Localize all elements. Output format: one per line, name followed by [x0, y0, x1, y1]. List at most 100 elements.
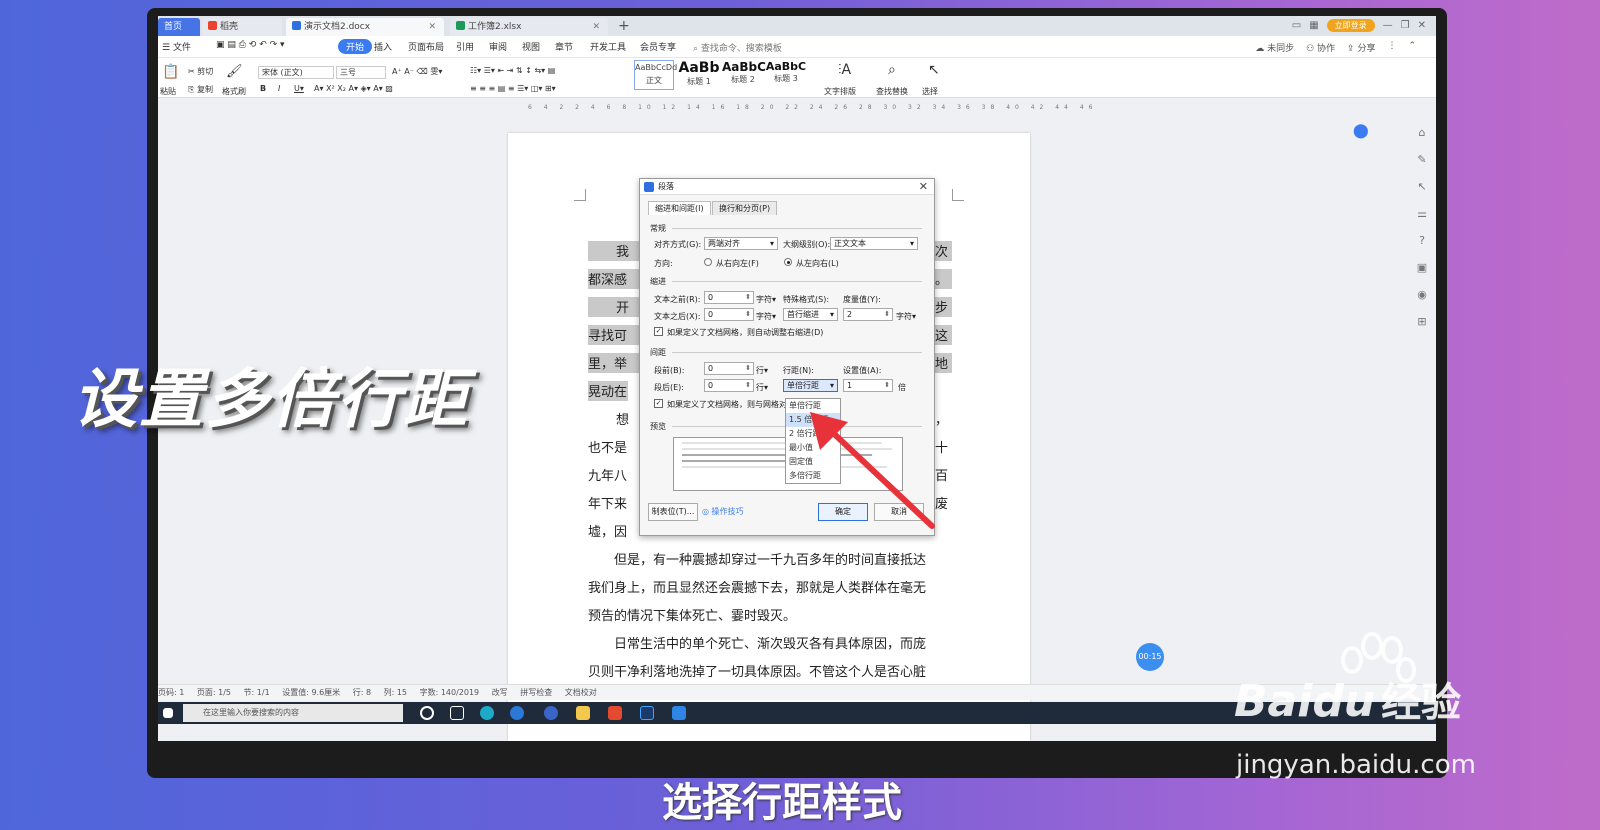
close-window-icon[interactable]: ✕: [1418, 20, 1426, 31]
tab-line-page-break[interactable]: 换行和分页(P): [712, 201, 778, 215]
sync-button[interactable]: ☁ 未同步: [1255, 41, 1294, 54]
unit-char[interactable]: 字符▾: [756, 311, 776, 322]
style-heading-3[interactable]: AaBbC 标题 3: [764, 60, 808, 90]
close-tab-icon[interactable]: ✕: [428, 18, 436, 36]
outline-select[interactable]: 正文文本: [830, 237, 918, 250]
option-fixed[interactable]: 固定值: [786, 455, 840, 469]
pin-icon[interactable]: ◉: [1417, 288, 1427, 301]
status-spell[interactable]: 拼写检查: [520, 688, 552, 697]
windows-start-icon[interactable]: [163, 708, 173, 718]
option-double[interactable]: 2 倍行距: [786, 427, 840, 441]
format-painter-icon[interactable]: 🖌: [226, 64, 243, 79]
menu-chapter[interactable]: 章节: [555, 40, 573, 53]
ie-icon[interactable]: [544, 706, 558, 720]
style-normal[interactable]: AaBbCcDd 正文: [634, 60, 677, 90]
tab-home[interactable]: 首页: [158, 18, 200, 36]
cortana-icon[interactable]: [420, 706, 434, 720]
menu-view[interactable]: 视图: [522, 40, 540, 53]
edge-icon[interactable]: [510, 706, 524, 720]
cursor-icon[interactable]: ↖: [1417, 180, 1426, 193]
table-icon[interactable]: ⊞: [1417, 315, 1426, 328]
unit-line[interactable]: 行▾: [756, 382, 768, 393]
menu-start[interactable]: 开始: [338, 39, 373, 54]
paste-icon[interactable]: 📋: [162, 64, 179, 80]
status-revise[interactable]: 改写: [492, 688, 508, 697]
option-multiple[interactable]: 多倍行距: [786, 469, 840, 483]
taskbar-search-input[interactable]: 在这里输入你要搜索的内容: [183, 704, 403, 722]
copy-button[interactable]: ⎘ 复制: [188, 84, 213, 95]
close-tab-icon[interactable]: ✕: [592, 18, 600, 36]
align-select[interactable]: 两端对齐: [704, 237, 778, 250]
option-1-5[interactable]: 1.5 倍行距: [786, 413, 840, 427]
space-after-input[interactable]: 0: [704, 379, 754, 392]
menu-reference[interactable]: 引用: [456, 40, 474, 53]
menu-insert[interactable]: 插入: [374, 40, 392, 53]
horizontal-ruler[interactable]: 6 4 2 2 4 6 8 10 12 14 16 18 20 22 24 26…: [528, 104, 1092, 114]
folder-icon[interactable]: [576, 706, 590, 720]
line-spacing-select[interactable]: 单倍行距: [783, 379, 838, 392]
help-icon[interactable]: ?: [1419, 234, 1425, 247]
style-heading-2[interactable]: AaBbC 标题 2: [722, 60, 766, 90]
video-app-icon[interactable]: [672, 706, 686, 720]
layout-icon[interactable]: ▭: [1292, 20, 1301, 31]
cut-button[interactable]: ✂ 剪切: [188, 66, 213, 77]
more-icon[interactable]: ⋮: [1387, 41, 1396, 54]
option-minimum[interactable]: 最小值: [786, 441, 840, 455]
font-family-select[interactable]: 宋体 (正文): [258, 66, 334, 79]
find-replace-button[interactable]: 查找替换: [876, 86, 908, 97]
list-icons[interactable]: ☷▾ ☰▾ ⇤ ⇥ ⇅ ↕ ⇆▾ ▤: [470, 66, 555, 75]
ltr-radio[interactable]: [784, 258, 792, 266]
text-layout-button[interactable]: 文字排版: [824, 86, 856, 97]
bold-icon[interactable]: B: [260, 84, 266, 93]
menu-member[interactable]: 会员专享: [640, 40, 676, 53]
login-button[interactable]: 立即登录: [1326, 19, 1375, 32]
location-pin-icon[interactable]: ⬤: [1353, 123, 1369, 139]
collab-button[interactable]: ⚇ 协作: [1306, 41, 1335, 54]
italic-icon[interactable]: I: [278, 84, 280, 93]
format-painter-button[interactable]: 格式刷: [222, 86, 246, 97]
status-words[interactable]: 字数: 140/2019: [420, 688, 480, 697]
tab-docer[interactable]: 稻壳: [202, 18, 282, 36]
space-before-input[interactable]: 0: [704, 362, 754, 375]
tag-icon[interactable]: ⌂: [1419, 126, 1426, 139]
tab-workbook[interactable]: 工作簿2.xlsx ✕: [450, 18, 608, 36]
option-single[interactable]: 单倍行距: [786, 399, 840, 413]
ok-button[interactable]: 确定: [818, 503, 868, 521]
tab-document[interactable]: 演示文档2.docx ✕: [286, 18, 444, 36]
task-view-icon[interactable]: [450, 706, 464, 720]
wps-icon[interactable]: [608, 706, 622, 720]
collapse-ribbon-icon[interactable]: ⌃: [1408, 41, 1416, 54]
menu-layout[interactable]: 页面布局: [408, 40, 444, 53]
close-icon[interactable]: ✕: [919, 179, 928, 195]
status-proof[interactable]: 文档校对: [565, 688, 597, 697]
new-tab-plus-icon[interactable]: +: [618, 18, 630, 34]
text-layout-icon[interactable]: ⫶A: [838, 62, 851, 78]
measure-input[interactable]: 2: [843, 308, 893, 321]
menu-review[interactable]: 审阅: [489, 40, 507, 53]
grid-apps-icon[interactable]: ▦: [1309, 20, 1318, 31]
tips-link[interactable]: ◎ 操作技巧: [702, 506, 744, 517]
cancel-button[interactable]: 取消: [874, 503, 924, 521]
sliders-icon[interactable]: ⚌: [1417, 207, 1427, 220]
pen-icon[interactable]: ✎: [1417, 153, 1426, 166]
share-button[interactable]: ⇪ 分享: [1347, 41, 1375, 54]
menu-devtools[interactable]: 开发工具: [590, 40, 626, 53]
font-size-select[interactable]: 三号: [336, 66, 386, 79]
underline-icon[interactable]: U▾: [294, 84, 304, 93]
minimize-icon[interactable]: —: [1383, 20, 1393, 31]
menu-file[interactable]: ☰ 文件: [162, 40, 191, 53]
tab-indent-spacing[interactable]: 缩进和间距(I): [648, 201, 711, 215]
tab-stops-button[interactable]: 制表位(T)...: [648, 503, 698, 521]
command-search[interactable]: ⌕ 查找命令、搜索模板: [693, 41, 782, 54]
unit-line[interactable]: 行▾: [756, 365, 768, 376]
before-text-input[interactable]: 0: [704, 291, 754, 304]
grid-indent-checkbox[interactable]: ✓: [654, 327, 663, 336]
align-icons[interactable]: ≡ ≡ ≡ ▤ ≡ ☰▾ ◫▾ ⊞▾: [470, 84, 556, 93]
grid-align-checkbox[interactable]: ✓: [654, 399, 663, 408]
find-replace-icon[interactable]: ⌕: [888, 62, 896, 78]
photoshop-icon[interactable]: [640, 706, 654, 720]
font-effects-icons[interactable]: A▾ X² X₂ A▾ ◈▾ A▾ ▨: [314, 84, 393, 93]
restore-icon[interactable]: ❐: [1401, 20, 1410, 31]
browser-icon[interactable]: [480, 706, 494, 720]
paste-button[interactable]: 粘贴: [160, 86, 176, 97]
